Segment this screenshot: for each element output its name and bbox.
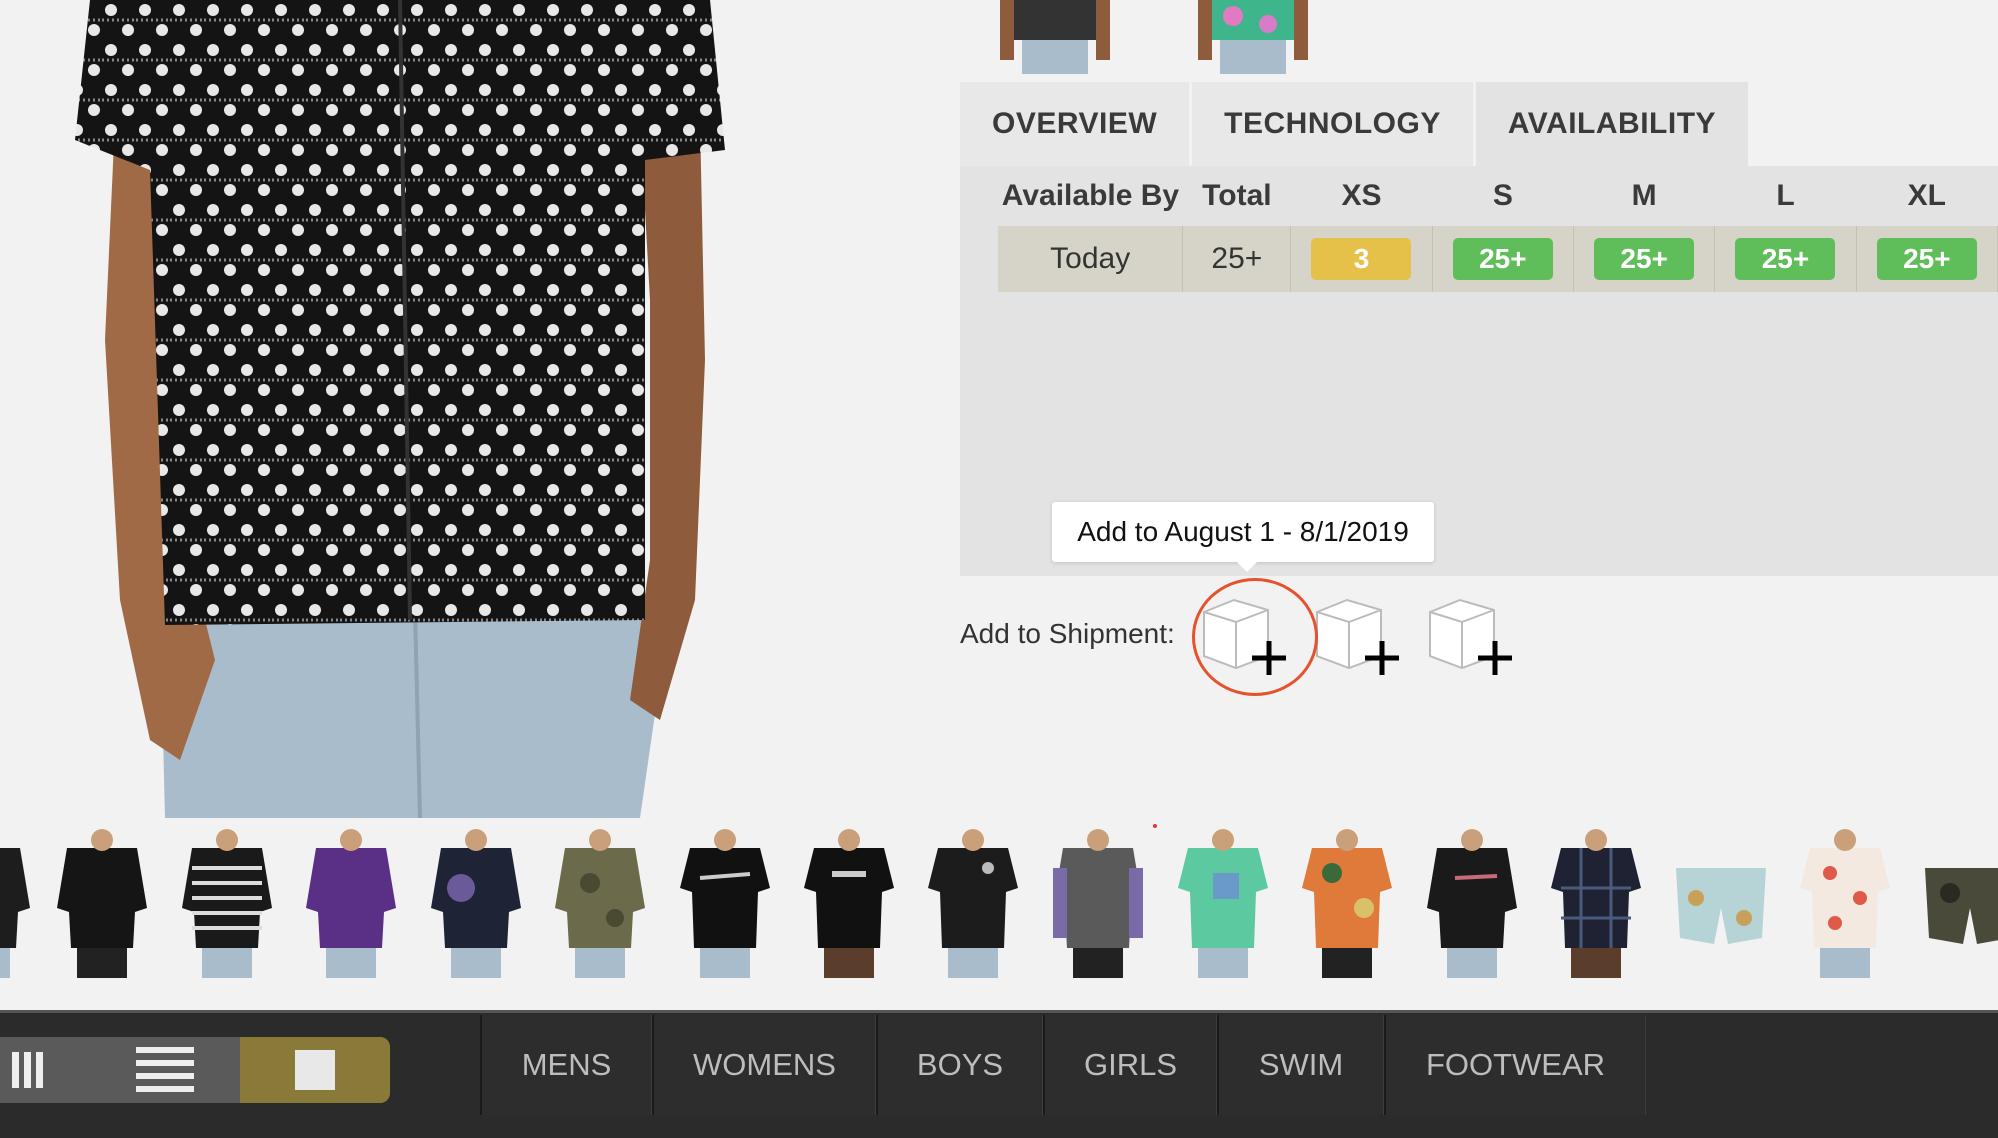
header-size-m: M <box>1631 179 1657 212</box>
nav-girls[interactable]: GIRLS <box>1043 1015 1217 1115</box>
box-plus-icon <box>1203 598 1286 675</box>
cell-size-m: 25+ <box>1573 226 1716 292</box>
cell-available-by: Today <box>998 226 1184 292</box>
add-to-shipment-button-2[interactable] <box>1309 592 1409 682</box>
top-thumbnail-2[interactable] <box>1198 0 1308 74</box>
header-size-xs: XS <box>1341 179 1382 212</box>
strip-product-2[interactable] <box>47 828 157 978</box>
strip-product-12[interactable] <box>1292 828 1402 978</box>
strip-product-13[interactable] <box>1417 828 1527 978</box>
strip-product-6[interactable] <box>545 828 655 978</box>
strip-product-15[interactable] <box>1666 828 1776 978</box>
add-to-shipment-button-1[interactable] <box>1196 592 1296 682</box>
product-thumbnail <box>1676 868 1766 944</box>
header-total: Total <box>1202 179 1272 212</box>
availability-table: Available By Total XS S M L XL Today 25+… <box>998 166 1998 292</box>
product-thumbnail <box>431 829 521 978</box>
strip-product-16[interactable] <box>1790 828 1900 978</box>
header-size-xl: XL <box>1907 179 1946 212</box>
strip-product-9[interactable] <box>918 828 1028 978</box>
header-available-by: Available By <box>1001 179 1180 212</box>
product-thumbnail <box>555 829 645 978</box>
product-thumbnail <box>1178 829 1268 978</box>
tab-overview[interactable]: OVERVIEW <box>960 82 1190 166</box>
product-thumbnail <box>1551 829 1641 978</box>
tab-availability[interactable]: AVAILABILITY <box>1475 82 1749 166</box>
header-size-l: L <box>1776 179 1795 212</box>
table-row: Today 25+ 3 25+ 25+ 25+ 25+ <box>998 226 1998 292</box>
qty-badge-xs: 3 <box>1311 238 1412 280</box>
product-photo <box>0 0 880 818</box>
product-tabs: OVERVIEW TECHNOLOGY AVAILABILITY <box>960 82 1751 166</box>
single-view-icon <box>295 1050 335 1090</box>
list-view-button[interactable] <box>110 1037 220 1103</box>
shipment-tooltip: Add to August 1 - 8/1/2019 <box>1052 502 1434 562</box>
qty-badge-xl: 25+ <box>1876 238 1977 280</box>
strip-product-7[interactable] <box>670 828 780 978</box>
thumbnail-image <box>1198 0 1308 74</box>
strip-product-4[interactable] <box>296 828 406 978</box>
single-view-button[interactable] <box>240 1037 390 1103</box>
product-thumbnail <box>1427 829 1517 978</box>
cell-size-xs: 3 <box>1290 226 1433 292</box>
add-to-shipment-label: Add to Shipment: <box>960 618 1175 649</box>
strip-product-1[interactable] <box>0 828 40 978</box>
nav-boys[interactable]: BOYS <box>876 1015 1043 1115</box>
product-thumbnail <box>182 829 272 978</box>
columns-view-icon <box>12 1052 43 1088</box>
box-plus-icon <box>1429 598 1512 675</box>
add-to-shipment-button-3[interactable] <box>1422 592 1522 682</box>
view-mode-group <box>0 1037 390 1103</box>
header-size-s: S <box>1492 179 1513 212</box>
product-thumbnail <box>306 829 396 978</box>
cell-total: 25+ <box>1182 226 1292 292</box>
product-thumbnail <box>928 829 1018 978</box>
strip-product-10[interactable] <box>1043 828 1153 978</box>
tab-technology[interactable]: TECHNOLOGY <box>1192 82 1473 166</box>
cell-size-l: 25+ <box>1714 226 1857 292</box>
strip-product-8[interactable] <box>794 828 904 978</box>
product-thumbnail <box>1800 829 1890 978</box>
table-header-row: Available By Total XS S M L XL <box>998 166 1998 226</box>
thumbnail-image <box>1000 0 1110 74</box>
nav-womens[interactable]: WOMENS <box>652 1015 876 1115</box>
list-view-icon <box>136 1047 194 1092</box>
product-thumbnail <box>1053 829 1143 978</box>
product-strip <box>0 818 1998 988</box>
qty-badge-s: 25+ <box>1452 238 1553 280</box>
product-thumbnail <box>57 829 147 978</box>
product-photo-image <box>0 0 880 818</box>
strip-product-3[interactable] <box>172 828 282 978</box>
columns-view-button[interactable] <box>0 1037 60 1103</box>
top-thumbnail-1[interactable] <box>1000 0 1110 74</box>
category-nav: MENS WOMENS BOYS GIRLS SWIM FOOTWEAR <box>480 1015 1646 1115</box>
cell-size-xl: 25+ <box>1856 226 1998 292</box>
strip-product-17[interactable] <box>1915 828 1998 978</box>
nav-swim[interactable]: SWIM <box>1217 1015 1384 1115</box>
nav-mens[interactable]: MENS <box>480 1015 652 1115</box>
bottom-navbar: MENS WOMENS BOYS GIRLS SWIM FOOTWEAR <box>0 1010 1998 1138</box>
product-thumbnail <box>804 829 894 978</box>
strip-product-14[interactable] <box>1541 828 1651 978</box>
cell-size-s: 25+ <box>1432 226 1574 292</box>
box-plus-icon <box>1316 598 1399 675</box>
tooltip-arrow <box>1236 561 1258 572</box>
strip-product-11[interactable] <box>1168 828 1278 978</box>
strip-product-5[interactable] <box>421 828 531 978</box>
qty-badge-l: 25+ <box>1735 238 1836 280</box>
qty-badge-m: 25+ <box>1594 238 1695 280</box>
product-thumbnail <box>1925 868 1998 944</box>
product-thumbnail <box>1302 829 1392 978</box>
nav-footwear[interactable]: FOOTWEAR <box>1384 1015 1646 1115</box>
product-thumbnail <box>680 829 770 978</box>
product-thumbnail <box>0 848 30 978</box>
